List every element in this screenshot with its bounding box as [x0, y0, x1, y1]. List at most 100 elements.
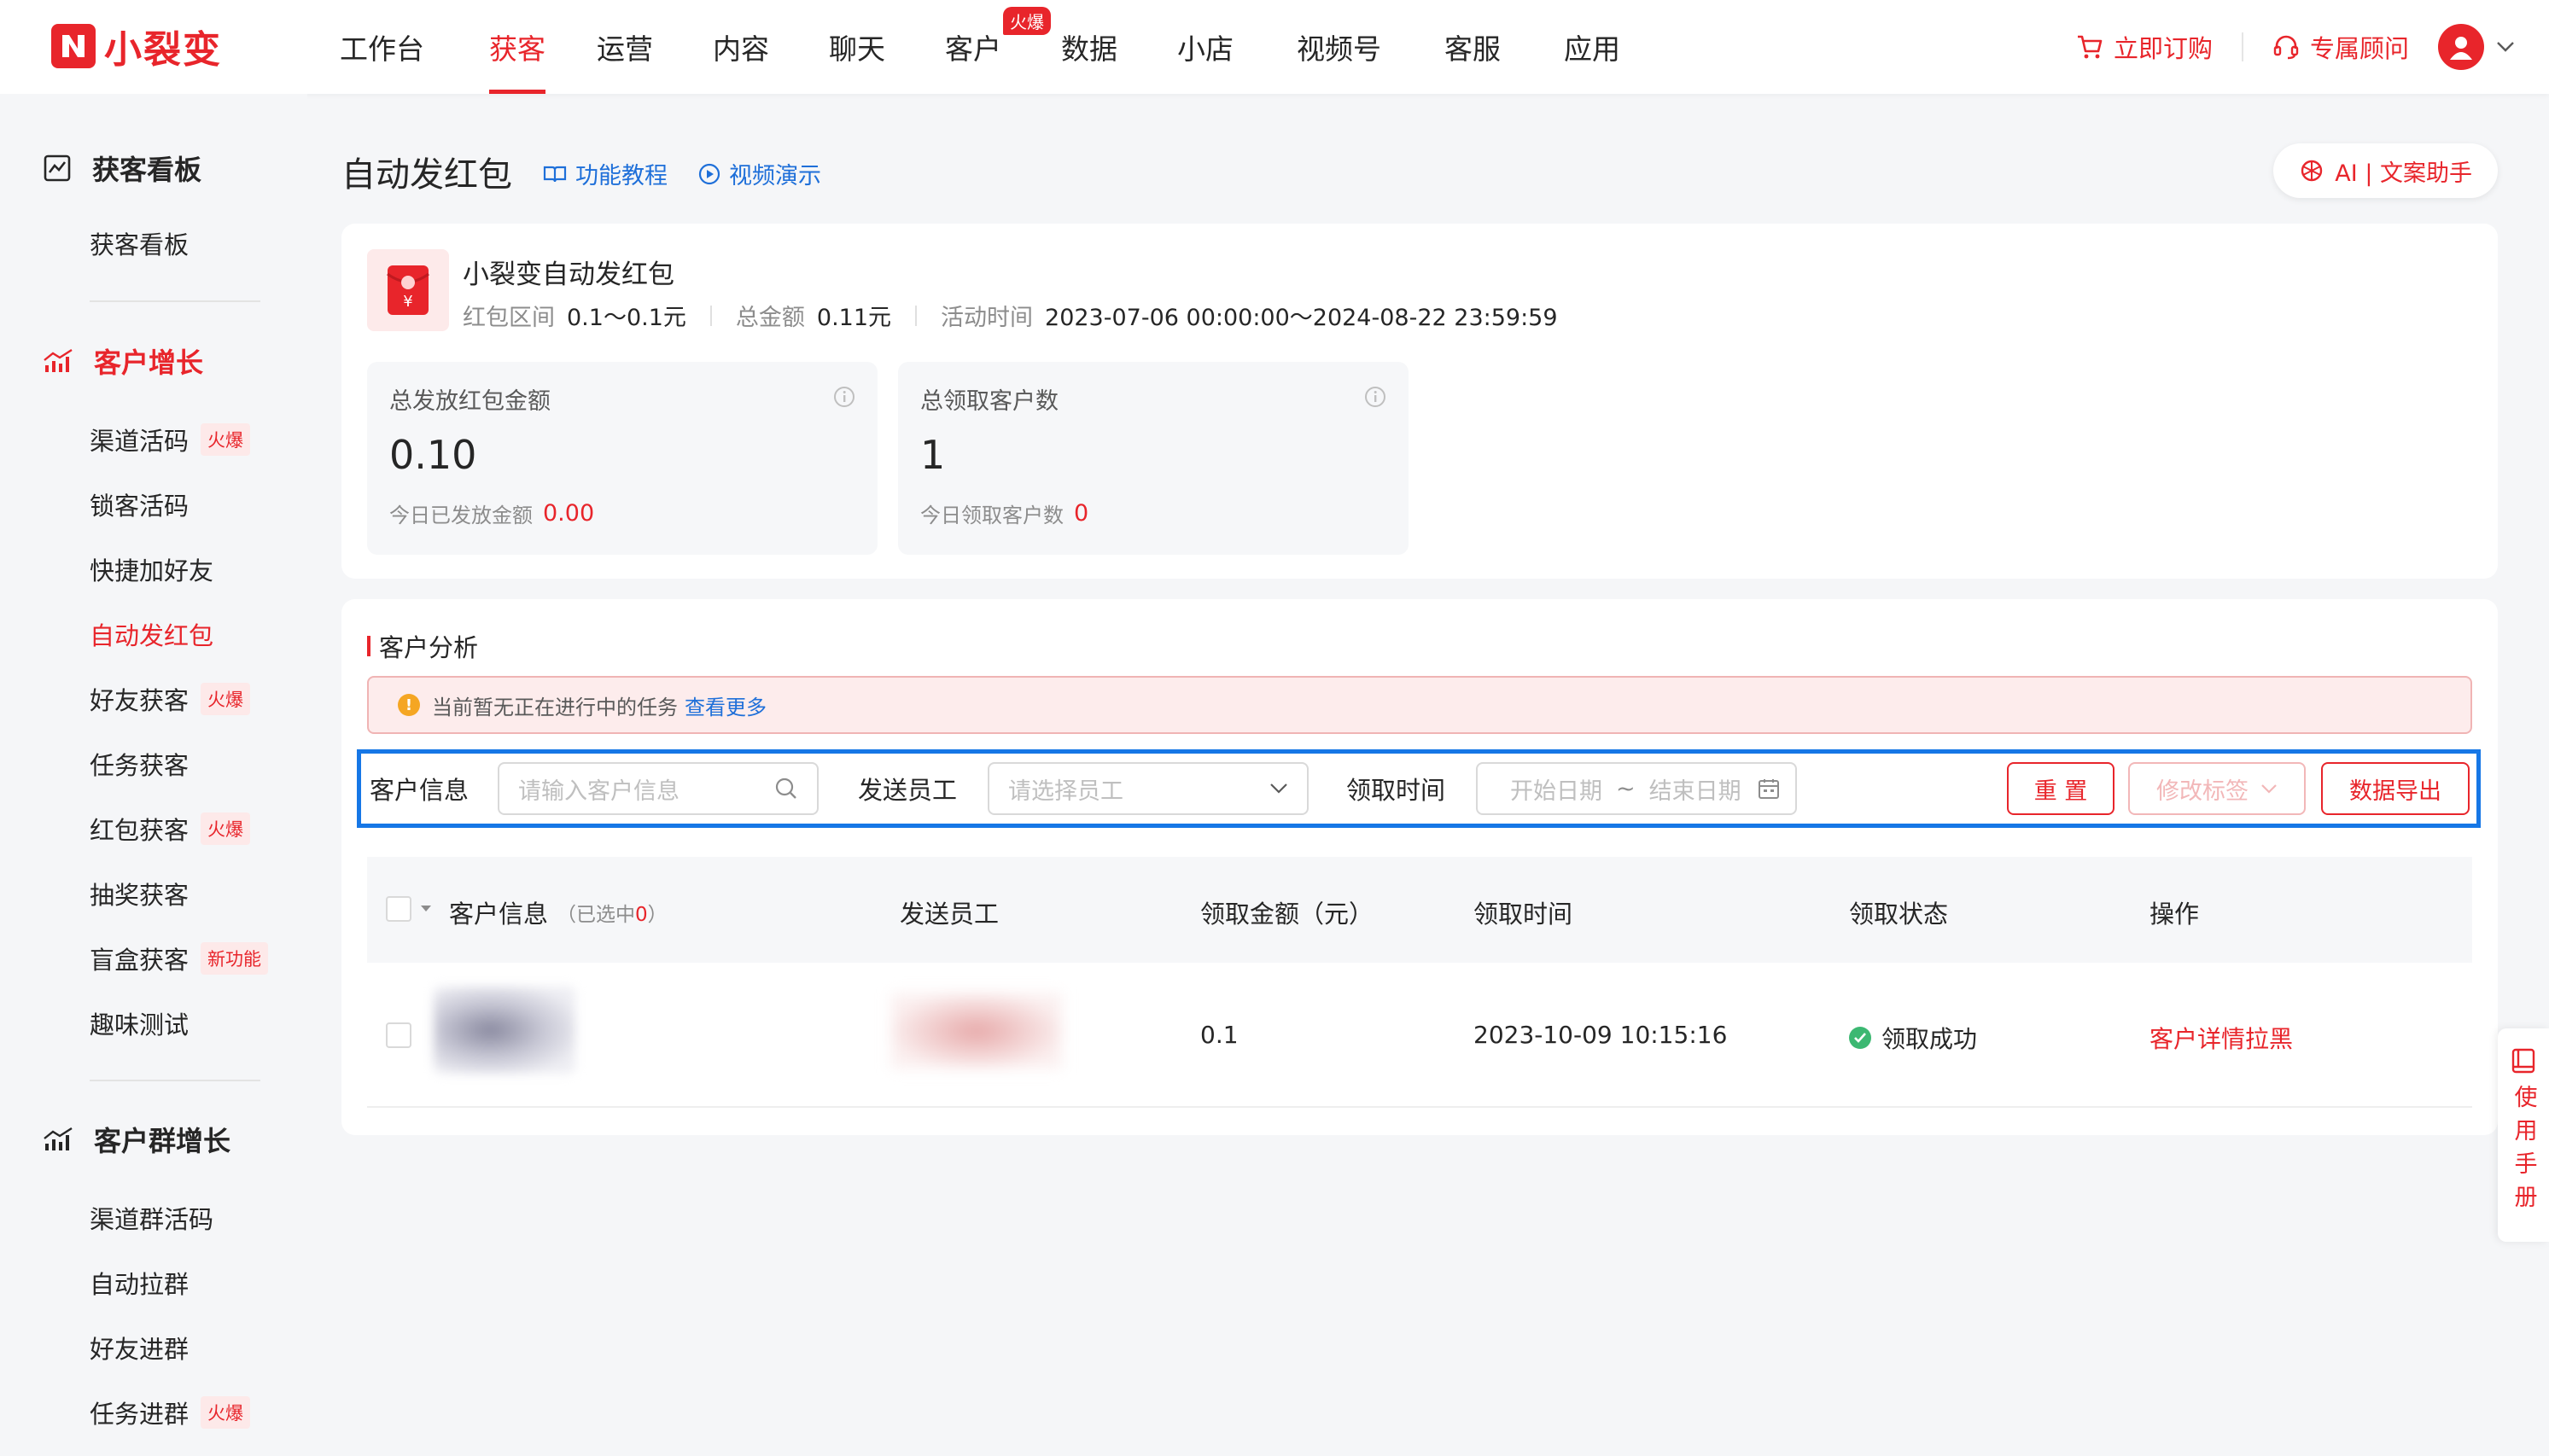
new-feature-tag: 新功能	[201, 942, 269, 975]
nav-channels[interactable]: 视频号	[1297, 0, 1381, 94]
search-placeholder: 请输入客户信息	[518, 778, 680, 805]
sidebar-group-dashboard[interactable]: 获客看板	[43, 149, 201, 188]
sidebar-item-auto-pull-group[interactable]: 自动拉群	[90, 1265, 189, 1301]
divider	[915, 305, 918, 326]
nav-workbench[interactable]: 工作台	[340, 0, 424, 94]
activity-summary-card: ¥ 小裂变自动发红包 红包区间 0.1～0.1元 总金额 0.11元 活动时间 …	[341, 224, 2498, 579]
chevron-down-icon[interactable]	[2496, 41, 2515, 53]
svg-text:¥: ¥	[403, 293, 412, 311]
hot-tag: 火爆	[201, 683, 251, 715]
ai-copy-assistant-button[interactable]: AI | 文案助手	[2273, 143, 2498, 198]
divider	[90, 1080, 260, 1081]
column-customer-info: 客户信息 （已选中0）	[449, 894, 668, 930]
sidebar-item-lock-qr[interactable]: 锁客活码	[90, 486, 189, 522]
info-icon[interactable]	[833, 386, 855, 408]
sidebar-item-fun-test[interactable]: 趣味测试	[90, 1005, 189, 1041]
stat-total-customers: 总领取客户数 1 今日领取客户数 0	[898, 362, 1409, 555]
reset-button[interactable]: 重 置	[2007, 762, 2114, 815]
customer-search-input[interactable]: 请输入客户信息	[498, 762, 819, 815]
activity-name: 小裂变自动发红包	[463, 259, 674, 290]
sidebar-item-friend-join-group[interactable]: 好友进群	[90, 1330, 189, 1366]
caret-down-icon[interactable]	[420, 905, 432, 913]
ai-button-label: AI | 文案助手	[2335, 160, 2472, 187]
nav-content[interactable]: 内容	[713, 0, 769, 94]
video-link[interactable]: 视频演示	[698, 157, 821, 190]
sidebar-item-task-join-group[interactable]: 任务进群 火爆	[90, 1395, 251, 1430]
selected-number: 0	[635, 904, 648, 926]
sidebar-item-red-packet-acquire[interactable]: 红包获客 火爆	[90, 811, 251, 847]
range-separator: ~	[1616, 775, 1636, 802]
date-range-picker[interactable]: 开始日期 ~ 结束日期	[1476, 762, 1797, 815]
sidebar-item-dashboard[interactable]: 获客看板	[90, 225, 189, 261]
play-circle-icon	[698, 163, 720, 184]
sidebar-group-customer-growth[interactable]: 客户增长	[43, 341, 203, 381]
user-avatar[interactable]	[2438, 24, 2484, 70]
sidebar-item-lottery-acquire[interactable]: 抽奖获客	[90, 876, 189, 911]
notice-alert: ! 当前暂无正在进行中的任务 查看更多	[367, 676, 2472, 734]
advisor-link[interactable]: 专属顾问	[2272, 29, 2409, 65]
modify-tag-button[interactable]: 修改标签	[2128, 762, 2306, 815]
nav-service[interactable]: 客服	[1444, 0, 1501, 94]
tutorial-label: 功能教程	[575, 163, 668, 189]
nav-chat[interactable]: 聊天	[829, 0, 885, 94]
stat-value: 1	[920, 432, 946, 478]
stat-total-amount: 总发放红包金额 0.10 今日已发放金额 0.00	[367, 362, 878, 555]
warning-icon: !	[398, 694, 420, 716]
stat-sub-value: 0.00	[543, 500, 595, 527]
nav-shop[interactable]: 小店	[1177, 0, 1234, 94]
sidebar-item-channel-qr[interactable]: 渠道活码 火爆	[90, 422, 251, 457]
video-label: 视频演示	[729, 163, 821, 189]
view-more-link[interactable]: 查看更多	[685, 690, 767, 720]
select-all-checkbox[interactable]	[386, 896, 411, 922]
staff-placeholder: 请选择员工	[1008, 778, 1123, 805]
customer-detail-blacklist-link[interactable]: 客户详情拉黑	[2149, 1021, 2293, 1055]
modify-tag-label: 修改标签	[2156, 778, 2249, 805]
brand-name: 小裂变	[104, 28, 222, 72]
chevron-down-icon	[1270, 783, 1287, 794]
stat-sub: 今日已发放金额 0.00	[389, 498, 594, 528]
sidebar-item-blind-box-acquire[interactable]: 盲盒获客 新功能	[90, 941, 269, 976]
sidebar-item-task-acquire[interactable]: 任务获客	[90, 746, 189, 782]
calendar-icon	[1759, 779, 1779, 799]
total-value: 0.11元	[816, 305, 892, 331]
tutorial-link[interactable]: 功能教程	[543, 157, 668, 190]
order-link[interactable]: 立即订购	[2076, 29, 2213, 65]
section-title-label: 客户分析	[379, 633, 479, 662]
sidebar-item-label: 好友获客	[90, 686, 190, 715]
user-manual-tab[interactable]: 使用手册	[2498, 1028, 2549, 1242]
logo-icon	[51, 24, 96, 68]
sidebar-item-label: 盲盒获客	[90, 946, 190, 975]
top-navbar: 小裂变 工作台 获客 运营 内容 聊天 客户 火爆 数据 小店 视频号 客服 应…	[0, 0, 2549, 94]
sidebar-item-auto-red-packet[interactable]: 自动发红包	[90, 616, 213, 652]
nav-data[interactable]: 数据	[1061, 0, 1117, 94]
section-accent-bar	[367, 636, 370, 656]
export-data-button[interactable]: 数据导出	[2321, 762, 2470, 815]
column-staff: 发送员工	[900, 900, 1000, 929]
column-label: 客户信息	[449, 900, 549, 929]
red-packet-icon: ¥	[367, 249, 449, 331]
sidebar-item-label: 红包获客	[90, 816, 190, 845]
row-checkbox[interactable]	[386, 1022, 411, 1048]
nav-customer[interactable]: 客户 火爆	[945, 0, 1051, 94]
column-actions: 操作	[2149, 900, 2200, 929]
brand-logo[interactable]: 小裂变	[51, 19, 222, 73]
staff-select[interactable]: 请选择员工	[988, 762, 1309, 815]
time-value: 2023-07-06 00:00:00～2024-08-22 23:59:59	[1045, 305, 1558, 331]
sidebar-group-group-growth[interactable]: 客户群增长	[43, 1120, 230, 1159]
info-icon[interactable]	[1364, 386, 1386, 408]
headset-icon	[2273, 35, 2299, 60]
selected-suffix: ）	[647, 904, 668, 926]
column-status: 领取状态	[1849, 900, 1949, 929]
nav-operation[interactable]: 运营	[597, 0, 653, 94]
sidebar-item-quick-add-friend[interactable]: 快捷加好友	[90, 551, 213, 587]
check-circle-icon	[1849, 1027, 1871, 1049]
selected-prefix: （已选中	[557, 904, 636, 926]
staff-label: 发送员工	[858, 776, 958, 805]
start-date-placeholder: 开始日期	[1510, 778, 1602, 805]
sidebar-item-channel-group-qr[interactable]: 渠道群活码	[90, 1200, 213, 1236]
stat-label: 总发放红包金额	[389, 388, 551, 415]
nav-acquire[interactable]: 获客	[489, 0, 545, 94]
nav-apps[interactable]: 应用	[1564, 0, 1620, 94]
sidebar-item-friend-acquire[interactable]: 好友获客 火爆	[90, 681, 251, 717]
sidebar-group-label: 客户增长	[94, 347, 204, 379]
